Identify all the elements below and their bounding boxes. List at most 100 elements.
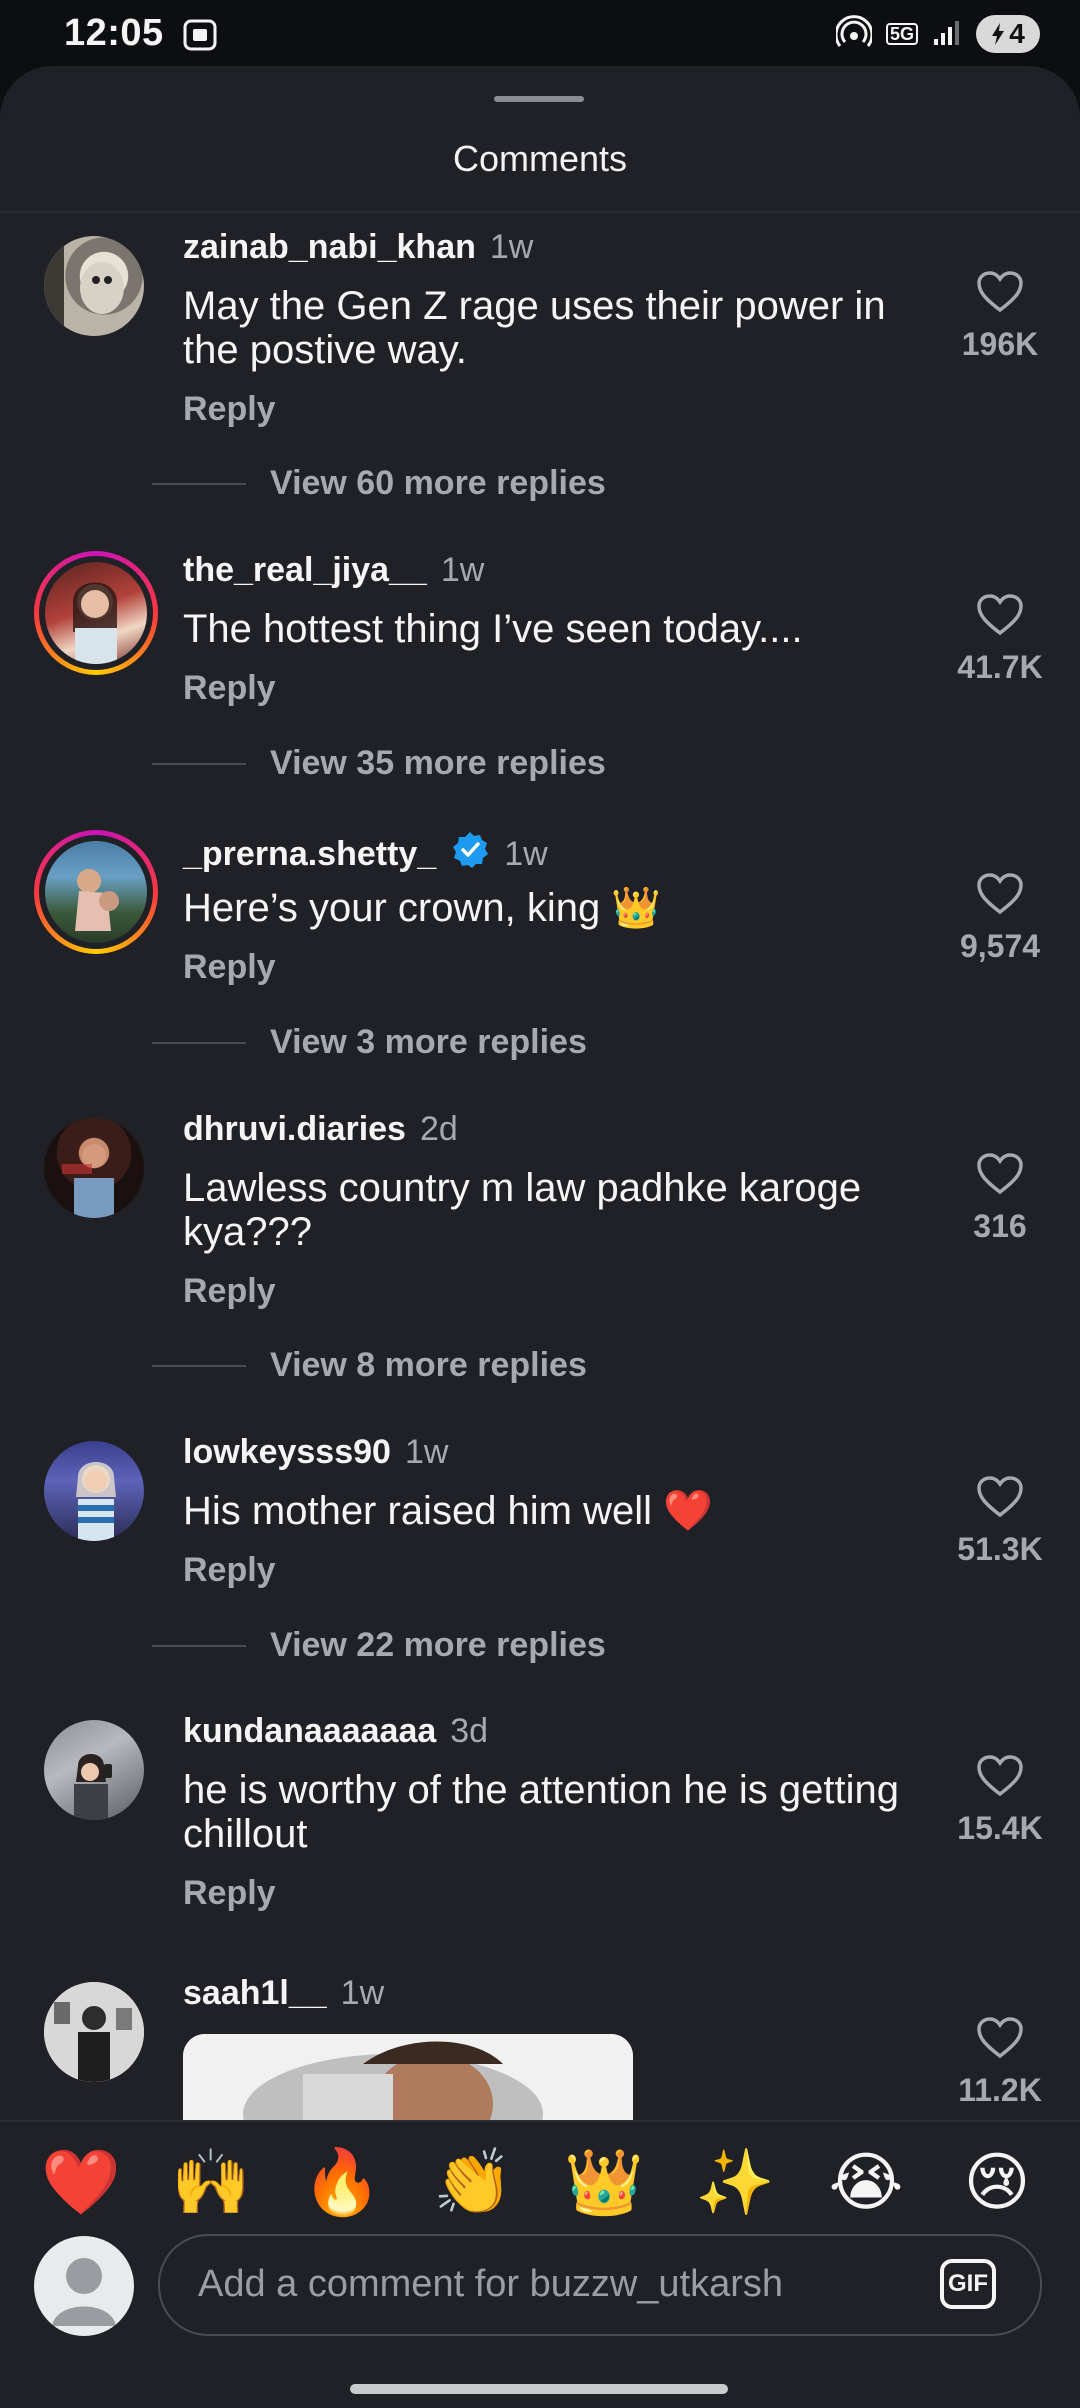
reply-button[interactable]: Reply xyxy=(183,390,276,429)
reply-button[interactable]: Reply xyxy=(183,1272,276,1311)
comment-time: 1w xyxy=(440,551,485,589)
comment-text: His mother raised him well ❤️ xyxy=(183,1489,713,1533)
replies-line xyxy=(152,482,246,485)
battery-indicator: 4 xyxy=(976,15,1040,53)
comment-username[interactable]: kundanaaaaaaa xyxy=(183,1712,436,1751)
comment-header: the_real_jiya__ 1w xyxy=(183,551,484,590)
like-button[interactable]: 15.4K xyxy=(940,1754,1060,1847)
comment-username[interactable]: the_real_jiya__ xyxy=(183,551,427,590)
verified-badge-icon xyxy=(450,830,490,879)
avatar[interactable] xyxy=(44,1720,144,1820)
comment-header: kundanaaaaaaa 3d xyxy=(183,1712,488,1751)
comment-text: The hottest thing I’ve seen today.... xyxy=(183,607,803,651)
comment-text: Lawless country m law padhke karoge kya?… xyxy=(183,1166,862,1254)
comment-time: 1w xyxy=(404,1433,449,1471)
comment-input-placeholder: Add a comment for buzzw_utkarsh xyxy=(198,2263,784,2305)
heart-icon xyxy=(977,1755,1023,1797)
view-more-replies-label: View 35 more replies xyxy=(270,744,606,782)
emoji-sad[interactable]: 😢 xyxy=(952,2144,1042,2220)
replies-line xyxy=(152,762,246,765)
navigation-area xyxy=(0,2342,1080,2408)
avatar xyxy=(45,841,147,943)
emoji-quick-bar: ❤️ 🙌 🔥 👏 👑 ✨ 😭 😢 xyxy=(0,2120,1080,2242)
reply-button[interactable]: Reply xyxy=(183,948,276,987)
like-button[interactable]: 9,574 xyxy=(940,872,1060,965)
view-more-replies-label: View 3 more replies xyxy=(270,1023,587,1061)
gif-attachment[interactable] xyxy=(183,2034,633,2124)
comment-header: zainab_nabi_khan 1w xyxy=(183,228,533,267)
screen-record-icon xyxy=(182,18,218,52)
heart-icon xyxy=(977,1476,1023,1518)
like-count: 316 xyxy=(973,1208,1027,1244)
replies-line xyxy=(152,1041,246,1044)
status-time: 12:05 xyxy=(64,12,164,54)
status-icons: 5G 4 xyxy=(834,14,1040,55)
heart-icon xyxy=(977,873,1023,915)
emoji-raised-hands[interactable]: 🙌 xyxy=(166,2144,256,2220)
like-button[interactable]: 41.7K xyxy=(940,593,1060,686)
heart-icon xyxy=(977,2017,1023,2059)
like-button[interactable]: 196K xyxy=(940,270,1060,363)
comment-time: 1w xyxy=(504,835,548,873)
view-more-replies[interactable]: View 3 more replies xyxy=(152,1023,587,1062)
like-button[interactable]: 11.2K xyxy=(940,2016,1060,2109)
avatar[interactable] xyxy=(44,1982,144,2082)
emoji-crown[interactable]: 👑 xyxy=(559,2144,649,2220)
heart-icon xyxy=(977,1153,1023,1195)
like-count: 9,574 xyxy=(959,928,1041,964)
like-button[interactable]: 316 xyxy=(940,1152,1060,1245)
header-divider xyxy=(0,211,1080,213)
reply-button[interactable]: Reply xyxy=(183,1874,276,1913)
comment-header: lowkeysss90 1w xyxy=(183,1433,448,1472)
view-more-replies[interactable]: View 8 more replies xyxy=(152,1346,587,1385)
heart-icon xyxy=(977,594,1023,636)
emoji-sparkles[interactable]: ✨ xyxy=(690,2144,780,2220)
reply-button[interactable]: Reply xyxy=(183,1551,276,1590)
view-more-replies-label: View 60 more replies xyxy=(270,464,606,502)
sheet-title: Comments xyxy=(452,138,628,179)
comment-input[interactable]: Add a comment for buzzw_utkarsh GIF xyxy=(158,2234,1042,2336)
emoji-clap[interactable]: 👏 xyxy=(428,2144,518,2220)
comment-username[interactable]: _prerna.shetty_ xyxy=(183,835,436,874)
view-more-replies[interactable]: View 60 more replies xyxy=(152,464,606,503)
like-count: 11.2K xyxy=(958,2072,1042,2108)
comment-header: _prerna.shetty_ 1w xyxy=(183,830,548,879)
hotspot-icon xyxy=(834,14,874,55)
comment-header: dhruvi.diaries 2d xyxy=(183,1110,458,1149)
view-more-replies[interactable]: View 35 more replies xyxy=(152,744,606,783)
signal-icon xyxy=(932,17,962,52)
view-more-replies[interactable]: View 22 more replies xyxy=(152,1626,606,1665)
heart-icon xyxy=(977,271,1023,313)
comment-username[interactable]: dhruvi.diaries xyxy=(183,1110,406,1149)
avatar[interactable] xyxy=(44,236,144,336)
like-count: 196K xyxy=(961,326,1039,362)
status-bar: 12:05 5G 4 xyxy=(0,0,1080,70)
avatar[interactable] xyxy=(44,1118,144,1218)
gif-button[interactable]: GIF xyxy=(940,2259,996,2309)
avatar[interactable] xyxy=(44,1441,144,1541)
comment-time: 1w xyxy=(489,228,534,266)
drag-handle[interactable] xyxy=(494,96,584,102)
comment-text: he is worthy of the attention he is gett… xyxy=(183,1768,899,1856)
comment-username[interactable]: zainab_nabi_khan xyxy=(183,228,476,267)
emoji-heart[interactable]: ❤️ xyxy=(36,2144,126,2220)
emoji-crying[interactable]: 😭 xyxy=(821,2144,911,2220)
view-more-replies-label: View 8 more replies xyxy=(270,1346,587,1384)
like-count: 15.4K xyxy=(957,1810,1043,1846)
emoji-fire[interactable]: 🔥 xyxy=(297,2144,387,2220)
like-button[interactable]: 51.3K xyxy=(940,1475,1060,1568)
network-5g-icon: 5G xyxy=(885,23,918,45)
avatar xyxy=(45,562,147,664)
comment-time: 3d xyxy=(450,1712,489,1750)
comment-username[interactable]: saah1l__ xyxy=(183,1974,327,2013)
my-avatar[interactable] xyxy=(34,2236,134,2336)
comment-username[interactable]: lowkeysss90 xyxy=(183,1433,391,1472)
comment-header: saah1l__ 1w xyxy=(183,1974,384,2013)
home-indicator[interactable] xyxy=(350,2384,728,2394)
comment-text: May the Gen Z rage uses their power in t… xyxy=(183,284,886,372)
comment-composer: Add a comment for buzzw_utkarsh GIF xyxy=(0,2232,1080,2342)
reply-button[interactable]: Reply xyxy=(183,669,276,708)
replies-line xyxy=(152,1364,246,1367)
comment-time: 2d xyxy=(419,1110,458,1148)
like-count: 51.3K xyxy=(957,1531,1043,1567)
